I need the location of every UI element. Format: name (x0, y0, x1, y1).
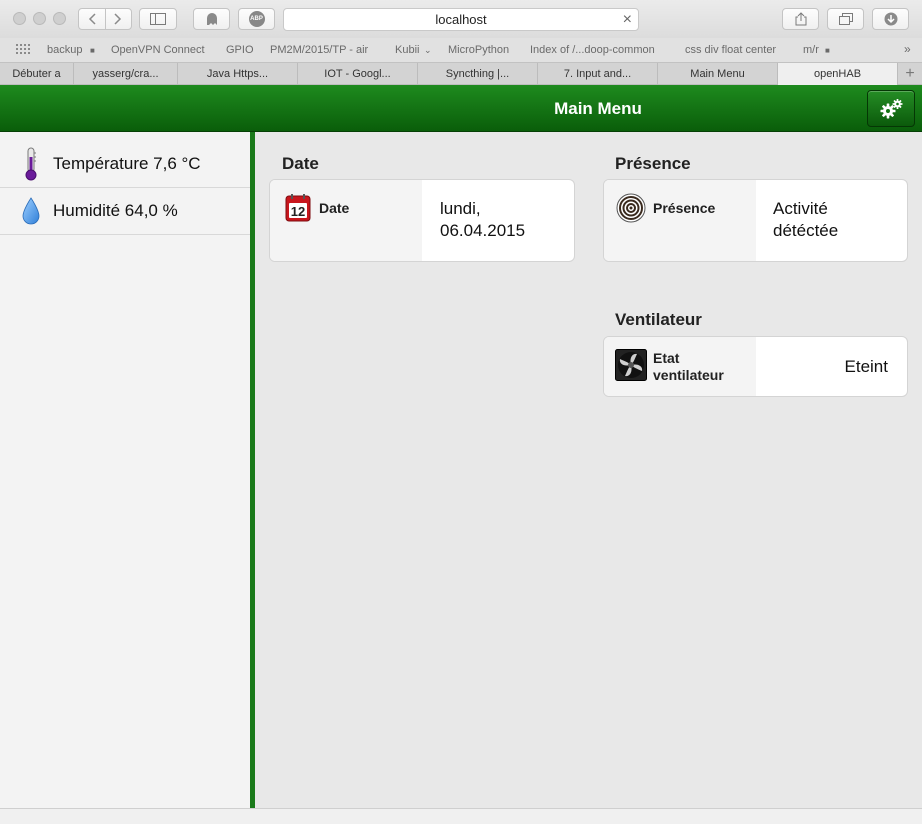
clear-url-icon[interactable]: × (623, 11, 632, 29)
browser-tab[interactable]: Syncthing |... (418, 63, 538, 85)
new-tab-button[interactable]: + (898, 63, 922, 85)
main-content: Date 12 Date lundi, 06.04.2015 Présence (255, 132, 922, 808)
fan-state-value: Eteint (844, 357, 888, 376)
presence-value: Activité détéctée (773, 198, 838, 242)
adblock-icon: ABP (248, 11, 265, 27)
bookmarks-bar: backup ■ OpenVPN Connect GPIO PM2M/2015/… (0, 38, 922, 62)
sidebar-item-label: Température 7,6 °C (53, 153, 201, 173)
tab-label: openHAB (813, 68, 862, 80)
widget-name-line: ventilateur (653, 367, 724, 383)
bookmark-item[interactable]: backup (47, 44, 82, 56)
share-button[interactable] (782, 8, 819, 30)
widget-name: Etat ventilateur (653, 350, 724, 384)
back-button[interactable] (79, 9, 106, 29)
svg-text:12: 12 (291, 204, 305, 219)
bookmark-item[interactable]: PM2M/2015/TP - air (270, 44, 368, 56)
app-header: Main Menu (0, 85, 922, 132)
ghost-icon (206, 13, 217, 25)
adblock-button[interactable]: ABP (238, 8, 275, 30)
fan-widget[interactable]: Etat ventilateur Eteint (603, 336, 908, 397)
sidebar-item-humidity[interactable]: Humidité 64,0 % (0, 188, 250, 235)
section-title-date: Date (282, 154, 319, 173)
date-value: lundi, 06.04.2015 (440, 198, 525, 242)
sidebar-item-temperature[interactable]: Température 7,6 °C (0, 140, 250, 188)
share-icon (795, 12, 806, 26)
browser-tab[interactable]: Main Menu (658, 63, 778, 85)
close-window-button[interactable] (13, 12, 26, 25)
section-title-presence: Présence (615, 154, 691, 173)
browser-tab[interactable]: IOT - Googl... (298, 63, 418, 85)
widget-name-line: Etat (653, 350, 680, 366)
bookmark-item[interactable]: Index of /...doop-common (530, 44, 655, 56)
bookmark-item[interactable]: OpenVPN Connect (111, 44, 205, 56)
thermometer-icon (20, 147, 42, 181)
tab-label: IOT - Googl... (324, 68, 391, 80)
browser-window: ABP localhost × backup ■ OpenVPN Connect… (0, 0, 922, 824)
widget-name: Présence (653, 200, 716, 216)
date-value-line: 06.04.2015 (440, 221, 526, 240)
sidebar-item-label: Humidité 64,0 % (53, 201, 178, 220)
url-text: localhost (435, 12, 487, 27)
section-title-fan: Ventilateur (615, 310, 702, 329)
nav-buttons (78, 8, 132, 30)
bookmark-item[interactable]: css div float center (685, 44, 776, 56)
tab-label: Java Https... (206, 68, 269, 80)
browser-tab[interactable]: 7. Input and... (538, 63, 658, 85)
sidebar-toggle-button[interactable] (139, 8, 177, 30)
presence-widget[interactable]: Présence Activité détéctée (603, 179, 908, 262)
date-widget[interactable]: 12 Date lundi, 06.04.2015 (269, 179, 575, 262)
fan-icon (615, 349, 647, 381)
browser-toolbar: ABP localhost × (0, 0, 922, 38)
folder-indicator-icon: ■ (90, 46, 95, 55)
zoom-window-button[interactable] (53, 12, 66, 25)
settings-button[interactable] (867, 90, 915, 127)
tab-label: Main Menu (690, 68, 745, 80)
tab-label: yasserg/cra... (92, 68, 159, 80)
bookmark-item[interactable]: GPIO (226, 44, 254, 56)
tabs-icon (838, 13, 853, 25)
gears-icon (880, 98, 903, 118)
status-bar (0, 808, 922, 824)
chevron-left-icon (88, 13, 96, 25)
date-value-line: lundi, (440, 199, 481, 218)
ghostery-button[interactable] (193, 8, 230, 30)
folder-indicator-icon: ■ (825, 46, 830, 55)
presence-value-line: Activité (773, 199, 828, 218)
bookmark-item[interactable]: Kubii (395, 44, 419, 56)
calendar-icon: 12 (285, 194, 311, 222)
page-title: Main Menu (554, 99, 642, 118)
bookmark-item[interactable]: m/r (803, 44, 819, 56)
presence-value-line: détéctée (773, 221, 839, 240)
widget-name: Date (319, 200, 350, 216)
forward-button[interactable] (106, 9, 132, 29)
tab-label: 7. Input and... (563, 68, 632, 80)
browser-tab[interactable]: yasserg/cra... (74, 63, 178, 85)
water-drop-icon (20, 194, 42, 228)
minimize-window-button[interactable] (33, 12, 46, 25)
tab-bar: Débuter a yasserg/cra... Java Https... I… (0, 62, 922, 85)
more-bookmarks-icon[interactable]: » (904, 42, 911, 56)
downloads-button[interactable] (872, 8, 909, 30)
chevron-down-icon: ⌄ (424, 45, 432, 55)
tab-label: Syncthing |... (445, 68, 510, 80)
browser-tab[interactable]: Java Https... (178, 63, 298, 85)
grid-icon[interactable] (16, 44, 30, 55)
bookmark-item[interactable]: MicroPython (448, 44, 509, 56)
presence-sensor-icon (616, 193, 646, 223)
url-bar[interactable]: localhost × (283, 8, 639, 31)
chevron-right-icon (114, 13, 122, 25)
sidebar: Température 7,6 °C Humidité 64,0 % (0, 132, 250, 808)
sidebar-icon (150, 13, 166, 25)
tabs-overview-button[interactable] (827, 8, 864, 30)
tab-label: Débuter a (12, 68, 61, 80)
browser-tab-active[interactable]: openHAB (778, 63, 898, 85)
download-icon (884, 12, 897, 26)
browser-tab[interactable]: Débuter a (0, 63, 74, 85)
